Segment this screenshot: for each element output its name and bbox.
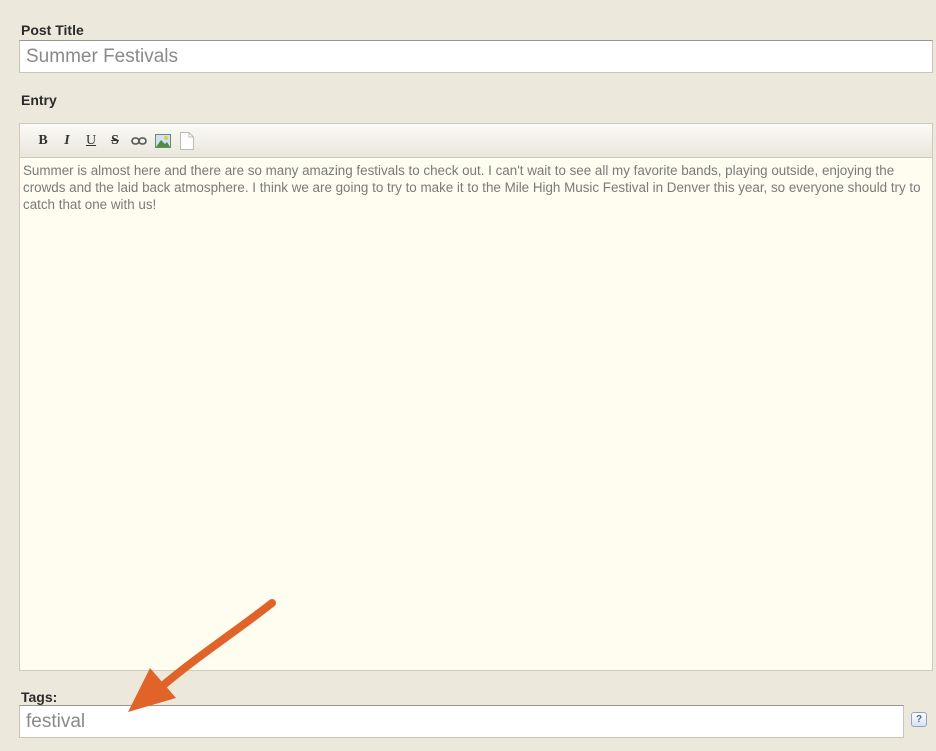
editor-toolbar: B I U S bbox=[20, 124, 932, 158]
image-icon bbox=[155, 133, 171, 148]
underline-button[interactable]: U bbox=[80, 129, 102, 153]
italic-button[interactable]: I bbox=[56, 129, 78, 153]
help-icon[interactable]: ? bbox=[911, 712, 927, 727]
strikethrough-button[interactable]: S bbox=[104, 129, 126, 153]
entry-editor[interactable]: B I U S Summer is almost here and there … bbox=[19, 123, 933, 671]
page-icon bbox=[180, 131, 194, 150]
image-button[interactable] bbox=[152, 129, 174, 153]
post-title-input[interactable]: Summer Festivals bbox=[19, 40, 933, 73]
tags-input[interactable]: festival bbox=[19, 705, 904, 738]
entry-label: Entry bbox=[21, 92, 57, 108]
entry-text[interactable]: Summer is almost here and there are so m… bbox=[20, 158, 932, 217]
bold-button[interactable]: B bbox=[32, 129, 54, 153]
post-title-label: Post Title bbox=[21, 22, 84, 38]
link-button[interactable] bbox=[128, 129, 150, 153]
page-button[interactable] bbox=[176, 129, 198, 153]
link-icon bbox=[131, 136, 147, 145]
tags-label: Tags: bbox=[21, 689, 58, 705]
